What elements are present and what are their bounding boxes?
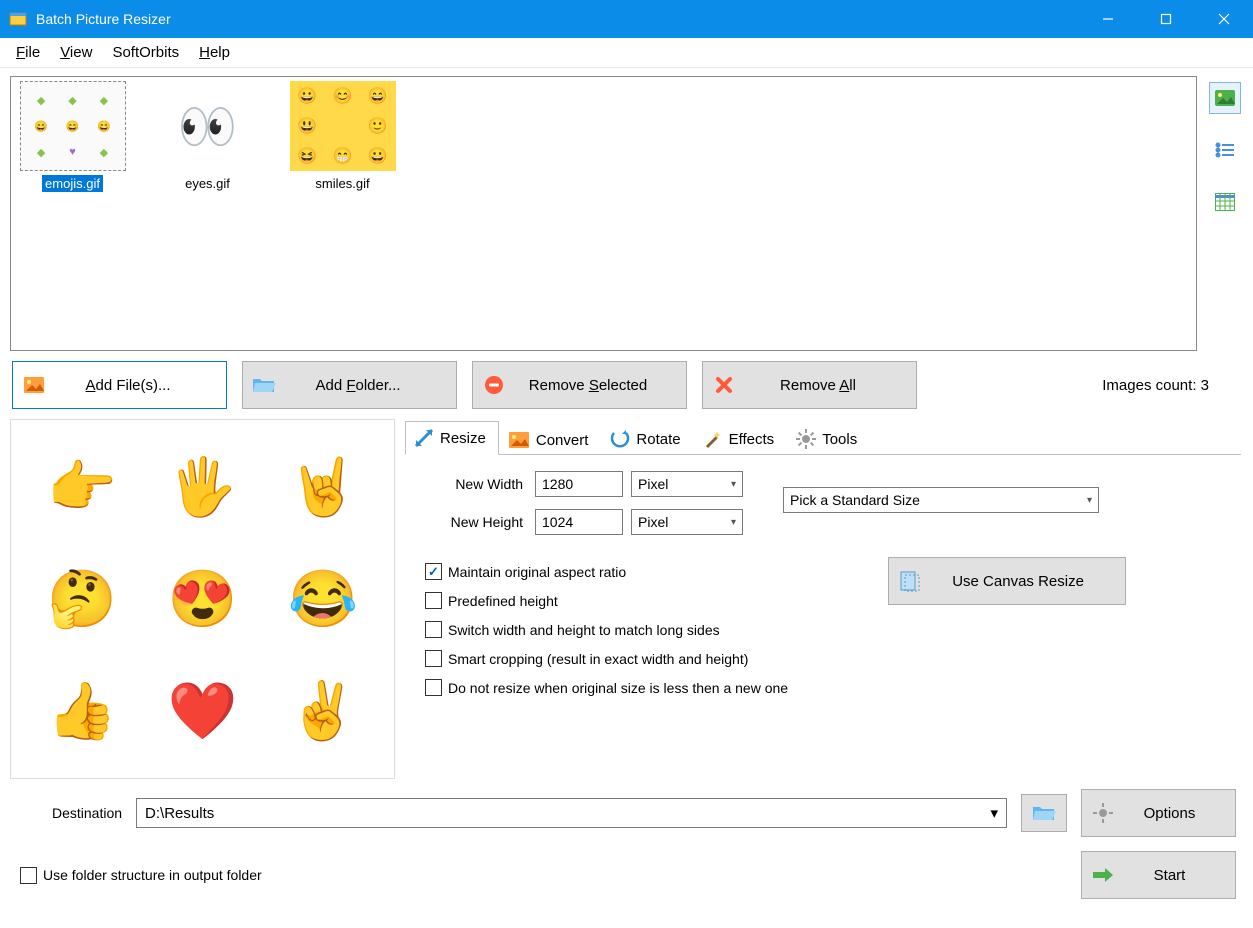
add-files-button[interactable]: Add File(s)...: [12, 361, 227, 409]
button-label: Remove All: [745, 377, 916, 394]
checkbox-label: Switch width and height to match long si…: [448, 622, 720, 638]
window-title: Batch Picture Resizer: [36, 11, 1079, 27]
switch-wh-checkbox[interactable]: [425, 621, 442, 638]
width-unit-combo[interactable]: Pixel▾: [631, 471, 743, 497]
tab-tools[interactable]: Tools: [787, 422, 870, 455]
thumb-label: smiles.gif: [312, 175, 372, 192]
view-list-button[interactable]: [1209, 134, 1241, 166]
canvas-resize-button[interactable]: Use Canvas Resize: [888, 557, 1126, 605]
button-label: Use Canvas Resize: [931, 573, 1125, 590]
view-sidebar: [1207, 76, 1243, 351]
predefined-height-checkbox[interactable]: [425, 592, 442, 609]
picture-icon: [13, 376, 55, 394]
button-label: Options: [1124, 805, 1235, 822]
canvas-icon: [889, 570, 931, 592]
width-label: New Width: [425, 476, 535, 492]
thumb-item-eyes[interactable]: 👀 eyes.gif: [150, 81, 265, 192]
thumbnail-panel[interactable]: ◆◆◆ 😄😄😄 ◆♥◆ emojis.gif 👀 eyes.gif 😀😊😄 😃🙂…: [10, 76, 1197, 351]
gear-icon: [1082, 803, 1124, 823]
button-label: Add Folder...: [285, 377, 456, 394]
menu-softorbits[interactable]: SoftOrbits: [102, 40, 189, 65]
button-label: Remove Selected: [515, 377, 686, 394]
width-input[interactable]: [535, 471, 623, 497]
height-label: New Height: [425, 514, 535, 530]
button-label: Add File(s)...: [55, 377, 226, 394]
tab-label: Rotate: [636, 431, 680, 448]
tab-rotate[interactable]: Rotate: [601, 422, 693, 455]
maintain-aspect-checkbox[interactable]: [425, 563, 442, 580]
tab-label: Effects: [729, 431, 775, 448]
options-button[interactable]: Options: [1081, 789, 1236, 837]
chevron-down-icon: ▾: [990, 804, 998, 822]
smart-crop-checkbox[interactable]: [425, 650, 442, 667]
height-unit-combo[interactable]: Pixel▾: [631, 509, 743, 535]
checkbox-label: Smart cropping (result in exact width an…: [448, 651, 748, 667]
destination-combo[interactable]: D:\Results ▾: [136, 798, 1007, 828]
window-controls: [1079, 0, 1253, 38]
checkbox-label: Do not resize when original size is less…: [448, 680, 788, 696]
tab-label: Tools: [822, 431, 857, 448]
standard-size-combo[interactable]: Pick a Standard Size▾: [783, 487, 1099, 513]
tab-label: Resize: [440, 430, 486, 447]
checkbox-label: Maintain original aspect ratio: [448, 564, 626, 580]
thumb-label: eyes.gif: [182, 175, 233, 192]
checkbox-label: Predefined height: [448, 593, 558, 609]
folder-open-icon: [243, 376, 285, 394]
tab-panel: Resize Convert Rotate Effects Tools: [405, 419, 1241, 779]
close-button[interactable]: [1195, 0, 1253, 38]
remove-icon: [473, 375, 515, 395]
thumb-item-emojis[interactable]: ◆◆◆ 😄😄😄 ◆♥◆ emojis.gif: [15, 81, 130, 192]
tab-content-resize: New Width Pixel▾ New Height Pixel▾ Pick …: [405, 454, 1241, 778]
menu-file[interactable]: File: [6, 40, 50, 65]
view-thumbnails-button[interactable]: [1209, 82, 1241, 114]
folder-structure-checkbox[interactable]: [20, 867, 37, 884]
checkbox-label: Use folder structure in output folder: [43, 867, 262, 883]
thumb-label: emojis.gif: [42, 175, 103, 192]
tab-resize[interactable]: Resize: [405, 421, 499, 455]
destination-label: Destination: [20, 805, 122, 821]
tab-label: Convert: [536, 432, 589, 449]
view-grid-button[interactable]: [1209, 186, 1241, 218]
add-folder-button[interactable]: Add Folder...: [242, 361, 457, 409]
button-label: Start: [1124, 867, 1235, 884]
menu-bar: File View SoftOrbits Help: [0, 38, 1253, 68]
destination-value: D:\Results: [145, 805, 214, 822]
height-input[interactable]: [535, 509, 623, 535]
menu-view[interactable]: View: [50, 40, 102, 65]
title-bar: Batch Picture Resizer: [0, 0, 1253, 38]
no-resize-checkbox[interactable]: [425, 679, 442, 696]
tab-convert[interactable]: Convert: [499, 424, 602, 455]
maximize-button[interactable]: [1137, 0, 1195, 38]
play-icon: [1082, 866, 1124, 884]
thumb-item-smiles[interactable]: 😀😊😄 😃🙂 😆😁😀 smiles.gif: [285, 81, 400, 192]
menu-help[interactable]: Help: [189, 40, 240, 65]
remove-selected-button[interactable]: Remove Selected: [472, 361, 687, 409]
delete-icon: [703, 375, 745, 395]
images-count-label: Images count: 3: [1102, 377, 1241, 394]
browse-button[interactable]: [1021, 794, 1067, 832]
preview-image: 👉🖐️🤘 🤔😍😂 👍❤️✌️: [10, 419, 395, 779]
start-button[interactable]: Start: [1081, 851, 1236, 899]
app-icon: [8, 9, 28, 29]
minimize-button[interactable]: [1079, 0, 1137, 38]
remove-all-button[interactable]: Remove All: [702, 361, 917, 409]
tab-effects[interactable]: Effects: [694, 422, 788, 455]
